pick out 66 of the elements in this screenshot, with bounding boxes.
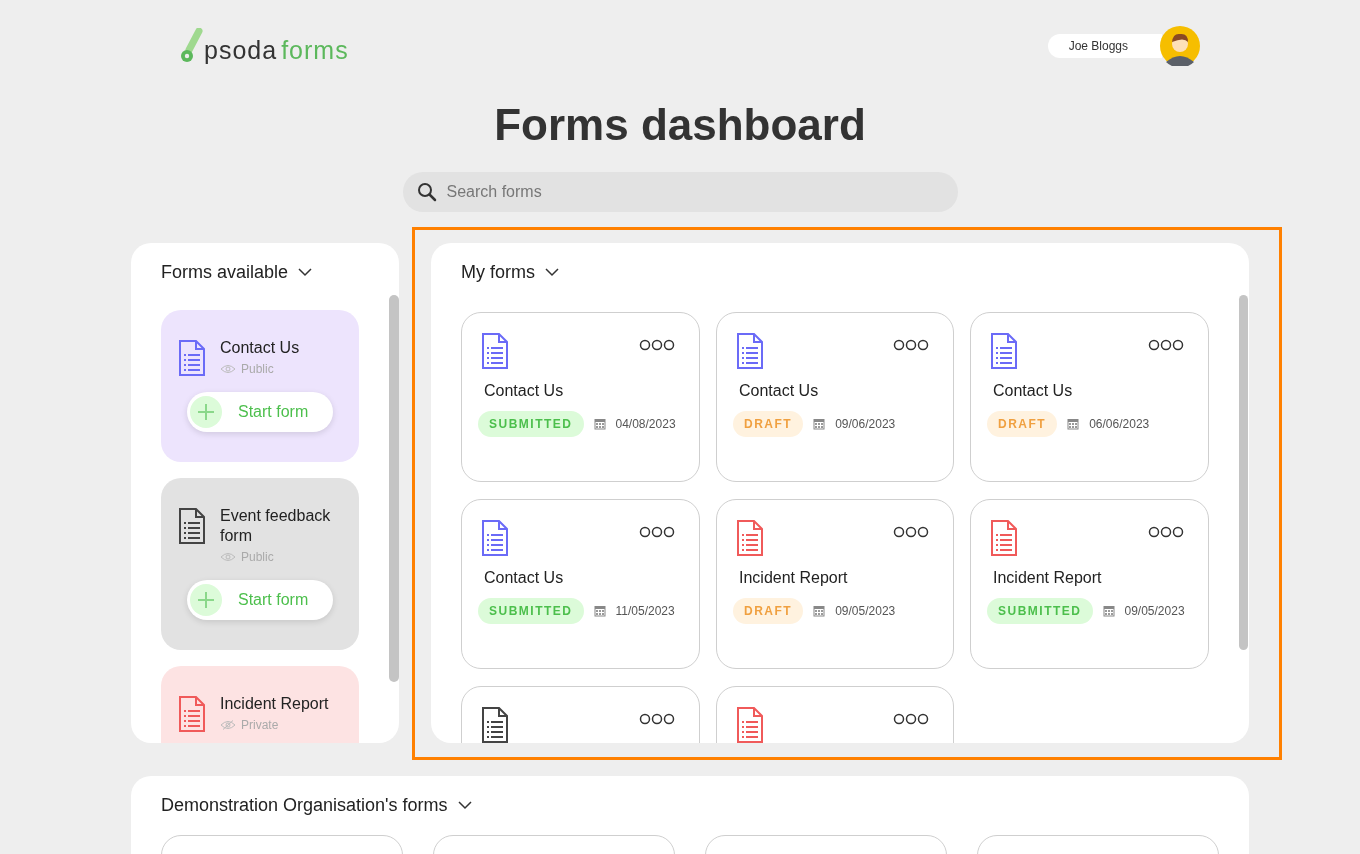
more-options-icon[interactable] — [1148, 526, 1184, 538]
more-options-icon[interactable] — [639, 339, 675, 351]
panel-heading: Forms available — [161, 261, 289, 284]
form-card[interactable]: Contact Us SUBMITTED 04/08/2023 — [461, 312, 700, 482]
calendar-icon — [1067, 418, 1080, 430]
visibility-label: Public — [241, 549, 274, 566]
calendar-icon — [813, 418, 826, 430]
form-name: Contact Us — [484, 568, 565, 588]
app-logo[interactable]: psoda forms — [180, 28, 349, 64]
status-badge: DRAFT — [733, 598, 804, 624]
form-date: 09/05/2023 — [835, 603, 896, 620]
search-field[interactable]: Search forms — [402, 172, 958, 212]
logo-mark-icon — [180, 28, 204, 64]
visibility-label: Private — [241, 717, 279, 734]
page-title: Forms dashboard — [493, 103, 867, 147]
chevron-down-icon[interactable] — [457, 801, 472, 810]
status-badge: DRAFT — [733, 411, 804, 437]
more-options-icon[interactable] — [639, 526, 675, 538]
form-card[interactable]: Contact Us DRAFT 09/06/2023 — [716, 312, 954, 482]
panel-heading: Demonstration Organisation's forms — [161, 794, 448, 817]
form-card[interactable]: Incident Report SUBMITTED 09/05/2023 — [970, 499, 1209, 669]
panel-heading: My forms — [461, 261, 535, 284]
more-options-icon[interactable] — [639, 713, 675, 725]
calendar-icon — [593, 418, 606, 430]
form-name: Contact Us — [993, 381, 1074, 401]
eye-icon — [220, 364, 236, 374]
form-date: 09/05/2023 — [1124, 603, 1185, 620]
logo-text: forms — [281, 38, 349, 63]
form-name: Contact Us — [220, 338, 300, 358]
form-card[interactable]: Contact Us SUBMITTED 11/05/2023 — [461, 499, 700, 669]
plus-icon — [190, 584, 222, 616]
calendar-icon — [813, 605, 826, 617]
calendar-icon — [593, 605, 606, 617]
chevron-down-icon[interactable] — [545, 268, 559, 277]
scrollbar[interactable] — [389, 295, 399, 682]
visibility-label: Public — [241, 361, 274, 378]
chevron-down-icon[interactable] — [298, 268, 313, 277]
more-options-icon[interactable] — [893, 339, 929, 351]
search-icon — [416, 182, 437, 202]
form-name: Incident Report — [993, 568, 1103, 588]
avatar-icon[interactable] — [1160, 26, 1200, 66]
form-date: 06/06/2023 — [1089, 416, 1150, 433]
user-name-pill[interactable]: Joe Bloggs — [1047, 34, 1162, 58]
form-card[interactable]: Contact Us DRAFT 06/06/2023 — [970, 312, 1209, 482]
calendar-icon — [1102, 605, 1115, 617]
logo-text: psoda — [204, 38, 278, 63]
form-date: 11/05/2023 — [615, 603, 675, 620]
eye-slash-icon — [220, 720, 236, 730]
form-name: Contact Us — [739, 381, 820, 401]
form-name: Incident Report — [220, 694, 329, 714]
form-card[interactable]: Incident Report DRAFT 09/05/2023 — [716, 499, 954, 669]
eye-icon — [220, 552, 236, 562]
form-date: 09/06/2023 — [835, 416, 896, 433]
form-name: Incident Report — [739, 568, 849, 588]
status-badge: SUBMITTED — [478, 598, 584, 624]
status-badge: SUBMITTED — [478, 411, 584, 437]
more-options-icon[interactable] — [893, 713, 929, 725]
form-name: Contact Us — [484, 381, 565, 401]
status-badge: DRAFT — [987, 411, 1058, 437]
form-name: Event feedback form — [220, 506, 332, 546]
status-badge: SUBMITTED — [987, 598, 1093, 624]
form-date: 04/08/2023 — [615, 416, 676, 433]
scrollbar[interactable] — [1239, 295, 1248, 650]
more-options-icon[interactable] — [893, 526, 929, 538]
plus-icon — [190, 396, 222, 428]
more-options-icon[interactable] — [1148, 339, 1184, 351]
